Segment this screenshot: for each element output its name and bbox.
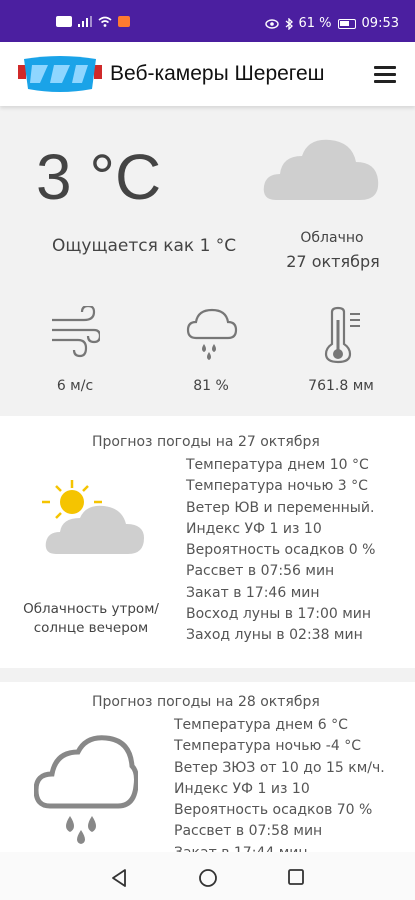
- battery-icon: [337, 18, 356, 29]
- forecast-line: Температура ночью 3 °C: [186, 478, 368, 495]
- current-date: 27 октября: [286, 252, 380, 271]
- forecast-line: Закат в 17:44 мин: [174, 843, 385, 852]
- forecast-caption-line: солнце вечером: [33, 620, 149, 636]
- app-title: Веб-камеры Шерегеш: [110, 62, 325, 85]
- forecast-caption-line: Облачность утром/: [23, 601, 159, 617]
- notification-icon: [118, 16, 130, 27]
- pressure-value: 761.8 мм: [308, 378, 374, 394]
- thermometer-icon: [324, 306, 360, 364]
- status-bar: 61 % 09:53: [0, 0, 415, 42]
- wind-icon: [52, 306, 100, 358]
- current-weather-panel: 3 °C Ощущается как 1 °C Облачно 27 октяб…: [0, 106, 415, 416]
- cloud-icon: [263, 139, 379, 200]
- partly-cloudy-icon: [42, 480, 144, 554]
- app-bar: Веб-камеры Шерегеш: [0, 42, 415, 106]
- forecast-line: Вероятность осадков 0 %: [186, 542, 376, 559]
- signal-icon: [78, 16, 92, 27]
- forecast-line: Ветер ЗЮЗ от 10 до 15 км/ч.: [174, 759, 385, 776]
- forecast-line: Заход луны в 02:38 мин: [186, 627, 363, 644]
- forecast-line: Температура ночью -4 °C: [174, 738, 361, 755]
- forecast-line: Рассвет в 07:56 мин: [186, 563, 335, 580]
- forecast-line: Индекс УФ 1 из 10: [186, 520, 322, 537]
- wind-value: 6 м/с: [56, 378, 94, 394]
- forecast-line: Температура днем 6 °C: [174, 717, 348, 733]
- status-right-icons: 61 % 09:53: [264, 16, 399, 31]
- forecast-line: Индекс УФ 1 из 10: [174, 780, 310, 797]
- forecast-line: Закат в 17:46 мин: [186, 584, 320, 601]
- current-temperature: 3 °C: [36, 141, 162, 213]
- home-circle-icon[interactable]: [198, 868, 218, 888]
- status-left-icons: [56, 16, 130, 27]
- forecast-line: Температура днем 10 °C: [186, 457, 369, 473]
- forecast-card: Прогноз погоды на 27 октября Облачность …: [0, 416, 415, 668]
- eye-icon: [264, 18, 279, 29]
- rain-cloud-icon: [34, 735, 138, 844]
- hamburger-menu-icon[interactable]: [374, 66, 396, 84]
- condition-label: Облачно: [300, 230, 364, 246]
- humidity-value: 81 %: [193, 378, 229, 394]
- wifi-icon: [98, 16, 112, 27]
- forecast-line: Вероятность осадков 70 %: [174, 802, 373, 819]
- system-nav-bar: [0, 852, 415, 900]
- forecast-details: Температура днем 10 °C Температура ночью…: [186, 455, 375, 647]
- forecast-line: Рассвет в 07:58 мин: [174, 823, 323, 840]
- clock: 09:53: [361, 16, 399, 31]
- forecast-title: Прогноз погоды на 27 октября: [92, 434, 320, 450]
- forecast-line: Восход луны в 17:00 мин: [186, 606, 372, 623]
- rain-humidity-icon: [186, 308, 238, 360]
- feels-like: Ощущается как 1 °C: [52, 236, 237, 256]
- back-triangle-icon[interactable]: [110, 868, 128, 888]
- sim-icon: [56, 16, 72, 27]
- forecast-caption: Облачность утром/ солнце вечером: [16, 600, 166, 638]
- section-divider: [0, 668, 415, 682]
- forecast-title: Прогноз погоды на 28 октября: [92, 694, 320, 710]
- forecast-card: Прогноз погоды на 28 октября Температура…: [0, 682, 415, 852]
- recents-square-icon[interactable]: [287, 868, 305, 886]
- battery-percent: 61 %: [298, 16, 332, 31]
- goggles-logo-icon[interactable]: [18, 55, 102, 93]
- bluetooth-icon: [285, 17, 293, 30]
- forecast-line: Ветер ЮВ и переменный.: [186, 499, 375, 516]
- forecast-details: Температура днем 6 °C Температура ночью …: [174, 715, 385, 852]
